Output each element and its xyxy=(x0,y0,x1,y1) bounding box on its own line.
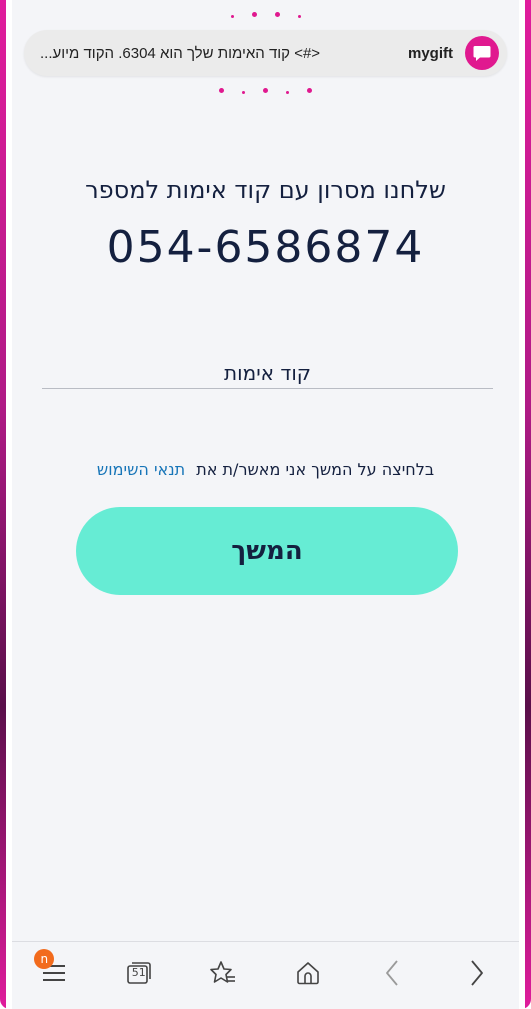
phone-number: 054-6586874 xyxy=(106,222,425,273)
terms-prefix-text: בלחיצה על המשך אני מאשר/ת את xyxy=(196,460,435,479)
terms-notice: בלחיצה על המשך אני מאשר/ת את תנאי השימוש xyxy=(12,460,519,479)
menu-badge: n xyxy=(34,948,55,969)
forward-button[interactable] xyxy=(457,953,497,993)
home-button[interactable] xyxy=(288,953,328,993)
bookmarks-button[interactable] xyxy=(203,953,243,993)
loading-dots-bottom xyxy=(12,88,519,94)
sms-notification-banner[interactable]: <#> קוד האימות שלך הוא 6304. הקוד מיוע..… xyxy=(24,30,507,76)
tab-count: 51 xyxy=(131,965,146,979)
verification-code-input[interactable] xyxy=(42,358,493,388)
terms-of-use-link[interactable]: תנאי השימוש xyxy=(97,460,185,479)
browser-bottom-bar: n 51 xyxy=(12,941,519,1009)
notification-app-name: mygift xyxy=(408,44,453,62)
verification-code-field xyxy=(42,358,493,389)
tabs-icon: 51 xyxy=(126,961,152,985)
screen: <#> קוד האימות שלך הוא 6304. הקוד מיוע..… xyxy=(0,0,531,1009)
sms-sent-heading: שלחנו מסרון עם קוד אימות למספר xyxy=(85,176,446,204)
back-icon xyxy=(386,959,398,986)
loading-dots-top xyxy=(12,12,519,18)
menu-button[interactable]: n xyxy=(34,948,74,993)
back-button[interactable] xyxy=(372,953,412,993)
forward-icon xyxy=(471,959,483,986)
tabs-button[interactable]: 51 xyxy=(119,953,159,993)
bookmarks-icon xyxy=(210,960,236,983)
continue-button[interactable]: המשך xyxy=(76,507,458,595)
message-bubble-icon xyxy=(465,36,499,70)
web-page: <#> קוד האימות שלך הוא 6304. הקוד מיוע..… xyxy=(12,0,519,1009)
home-icon xyxy=(296,961,319,984)
notification-message: <#> קוד האימות שלך הוא 6304. הקוד מיוע..… xyxy=(40,44,321,62)
